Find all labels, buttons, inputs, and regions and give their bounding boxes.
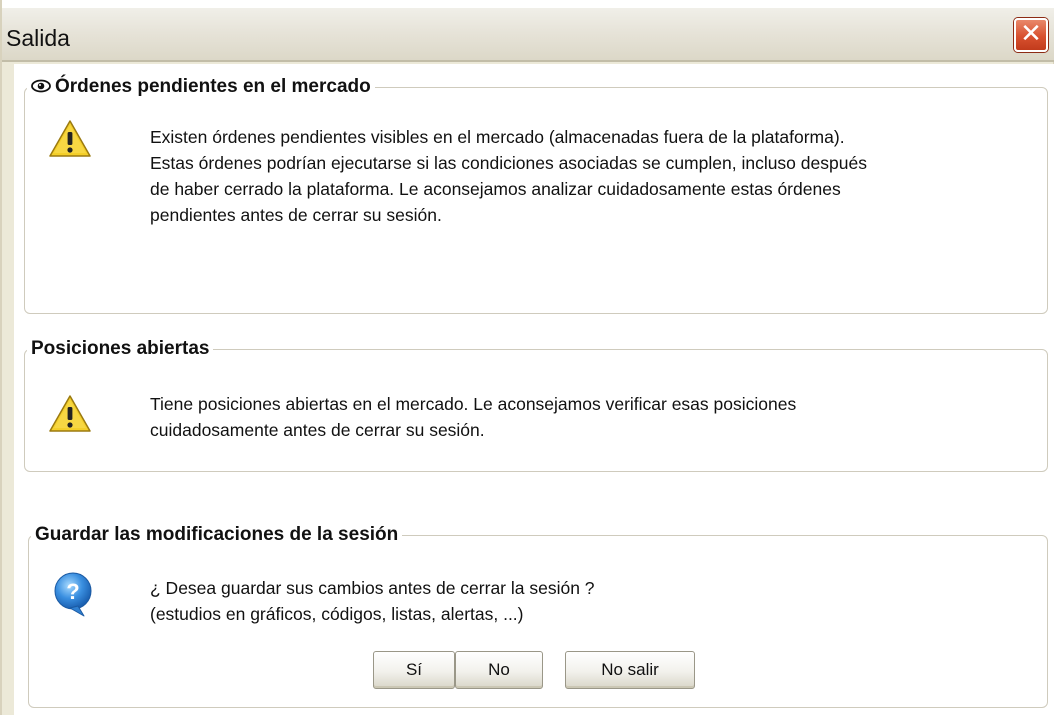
open-positions-title: Posiciones abiertas (31, 338, 210, 359)
open-positions-message: Tiene posiciones abiertas en el mercado.… (150, 394, 797, 440)
eye-icon (31, 79, 51, 93)
close-icon: ✕ (1020, 19, 1042, 49)
pending-orders-legend: Órdenes pendientes en el mercado (27, 76, 375, 98)
save-changes-detail: (estudios en gráficos, códigos, listas, … (150, 604, 524, 624)
question-icon: ? (54, 572, 92, 617)
no-button[interactable]: No (455, 651, 543, 689)
warning-icon (49, 395, 91, 432)
window-title: Salida (6, 25, 70, 51)
pending-orders-title: Órdenes pendientes en el mercado (55, 76, 371, 97)
pending-orders-message: Existen órdenes pendientes visibles en e… (150, 127, 867, 225)
dialog-content: Órdenes pendientes en el mercado Existen… (14, 64, 1054, 715)
svg-text:?: ? (66, 579, 79, 604)
title-bar[interactable]: Salida ✕ (2, 0, 1054, 62)
no-exit-button[interactable]: No salir (565, 651, 695, 689)
dialog-window: Salida ✕ Órdenes pendientes en el mercad… (0, 0, 1054, 715)
yes-button[interactable]: Sí (373, 651, 455, 689)
close-button[interactable]: ✕ (1014, 18, 1048, 52)
save-changes-title: Guardar las modificaciones de la sesión (35, 524, 399, 545)
warning-icon (49, 120, 91, 157)
save-changes-question: ¿ Desea guardar sus cambios antes de cer… (150, 578, 595, 598)
